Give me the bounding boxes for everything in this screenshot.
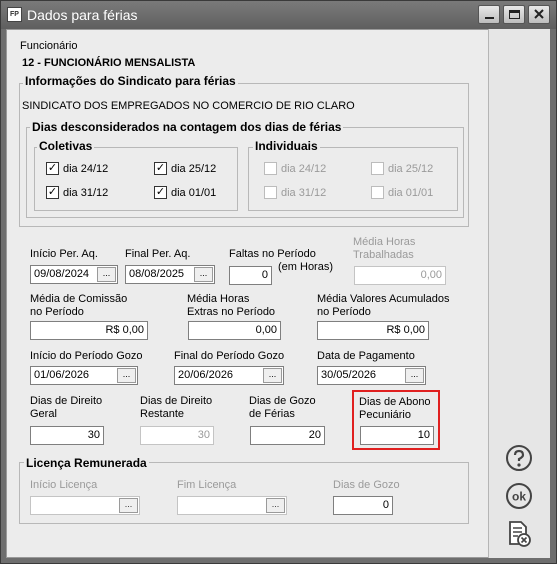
data-pagamento-value: 30/05/2026 [321,369,377,381]
media-horas-trab-label: Média Horas [353,236,416,248]
inicio-licenca-label: Início Licença [30,479,98,491]
final-per-aq-value: 08/08/2025 [129,268,185,280]
checkbox-collective-3112[interactable]: ✓ [46,186,59,199]
dias-direito-restante-label2: Restante [140,408,185,420]
checkbox-label: dia 25/12 [388,163,434,175]
dias-licenca-field[interactable]: 0 [333,496,393,515]
dias-direito-geral-label2: Geral [30,408,57,420]
dias-gozo-ferias-label: Dias de Gozo [249,395,316,407]
window-title: Dados para férias [27,7,138,23]
faltas-unit-label: (em Horas) [278,261,334,273]
date-picker-button[interactable]: ... [263,368,282,383]
inicio-per-aq-value: 09/08/2024 [34,268,90,280]
dias-abono-label: Dias de Abono [359,396,431,408]
ok-button[interactable]: ok [504,481,534,511]
collective-group-title: Coletivas [37,139,95,153]
date-picker-button[interactable]: ... [405,368,424,383]
data-pagamento-field[interactable]: 30/05/2026 ... [317,366,426,385]
dias-licenca-label: Dias de Gozo [333,479,400,491]
close-icon [534,9,544,19]
checkbox-label: dia 25/12 [171,163,217,175]
disregarded-group-title: Dias desconsiderados na contagem dos dia… [30,120,344,134]
checkbox-individual-3112[interactable] [264,186,277,199]
checkbox-label: dia 31/12 [63,187,109,199]
union-group-title: Informações do Sindicato para férias [23,74,238,88]
help-icon [506,445,532,471]
date-picker-button[interactable]: ... [97,267,116,282]
inicio-gozo-field[interactable]: 01/06/2026 ... [30,366,138,385]
checkbox-label: dia 01/01 [388,187,434,199]
final-per-aq-field[interactable]: 08/08/2025 ... [125,265,215,284]
dias-direito-geral-label: Dias de Direito [30,395,103,407]
union-name: SINDICATO DOS EMPREGADOS NO COMERCIO DE … [22,100,355,112]
checkbox-collective-2412[interactable]: ✓ [46,162,59,175]
date-picker-button[interactable]: ... [117,368,136,383]
inicio-per-aq-label: Início Per. Aq. [30,248,98,260]
media-horas-trab-label2: Trabalhadas [353,249,414,261]
employee-label: Funcionário [20,40,78,52]
checkbox-collective-2512[interactable]: ✓ [154,162,167,175]
dias-gozo-ferias-label2: de Férias [249,408,295,420]
media-valores-field[interactable]: R$ 0,00 [317,321,429,340]
maximize-icon [509,10,520,19]
fim-licenca-field[interactable]: ... [177,496,287,515]
fim-licenca-label: Fim Licença [177,479,237,491]
individual-group-title: Individuais [253,139,320,153]
media-valores-label2: no Período [317,306,371,318]
dias-direito-restante-field[interactable]: 30 [140,426,214,445]
media-comissao-label: Média de Comissão [30,293,128,305]
checkbox-label: dia 31/12 [281,187,327,199]
faltas-field[interactable]: 0 [229,266,272,285]
maximize-button[interactable] [503,5,525,24]
dias-gozo-ferias-field[interactable]: 20 [250,426,325,445]
checkbox-collective-0101[interactable]: ✓ [154,186,167,199]
checkbox-label: dia 01/01 [171,187,217,199]
collective-group [34,147,238,211]
final-gozo-field[interactable]: 20/06/2026 ... [174,366,284,385]
inicio-per-aq-field[interactable]: 09/08/2024 ... [30,265,118,284]
data-pagamento-label: Data de Pagamento [317,350,415,362]
date-picker-button[interactable]: ... [119,498,138,513]
inicio-gozo-value: 01/06/2026 [34,369,90,381]
individual-group [248,147,458,211]
media-horas-extras-label: Média Horas [187,293,250,305]
checkbox-individual-0101[interactable] [371,186,384,199]
close-button[interactable] [528,5,550,24]
employee-value: 12 - FUNCIONÁRIO MENSALISTA [22,57,196,69]
faltas-label: Faltas no Período [229,248,316,260]
media-horas-extras-label2: Extras no Período [187,306,276,318]
media-horas-trab-field[interactable]: 0,00 [354,266,446,285]
media-horas-extras-field[interactable]: 0,00 [188,321,281,340]
help-button[interactable] [504,443,534,473]
minimize-button[interactable] [478,5,500,24]
cancel-button[interactable] [504,519,534,549]
final-per-aq-label: Final Per. Aq. [125,248,191,260]
svg-text:ok: ok [512,490,526,504]
date-picker-button[interactable]: ... [266,498,285,513]
minimize-icon [485,17,494,19]
date-picker-button[interactable]: ... [194,267,213,282]
checkbox-individual-2512[interactable] [371,162,384,175]
dias-abono-field[interactable]: 10 [360,426,434,445]
media-comissao-label2: no Período [30,306,84,318]
final-gozo-label: Final do Período Gozo [174,350,285,362]
action-sidebar: ok [488,29,550,558]
cancel-document-icon [509,521,531,547]
checkbox-individual-2412[interactable] [264,162,277,175]
media-comissao-field[interactable]: R$ 0,00 [30,321,148,340]
inicio-gozo-label: Início do Período Gozo [30,350,143,362]
checkbox-label: dia 24/12 [281,163,327,175]
checkbox-label: dia 24/12 [63,163,109,175]
licenca-group-title: Licença Remunerada [24,456,149,470]
dias-direito-geral-field[interactable]: 30 [30,426,104,445]
ok-icon: ok [506,483,532,509]
media-valores-label: Média Valores Acumulados [317,293,450,305]
title-bar[interactable]: FP Dados para férias [1,1,556,29]
final-gozo-value: 20/06/2026 [178,369,234,381]
dias-direito-restante-label: Dias de Direito [140,395,213,407]
app-icon: FP [7,7,22,22]
dias-abono-label2: Pecuniário [359,409,411,421]
inicio-licenca-field[interactable]: ... [30,496,140,515]
